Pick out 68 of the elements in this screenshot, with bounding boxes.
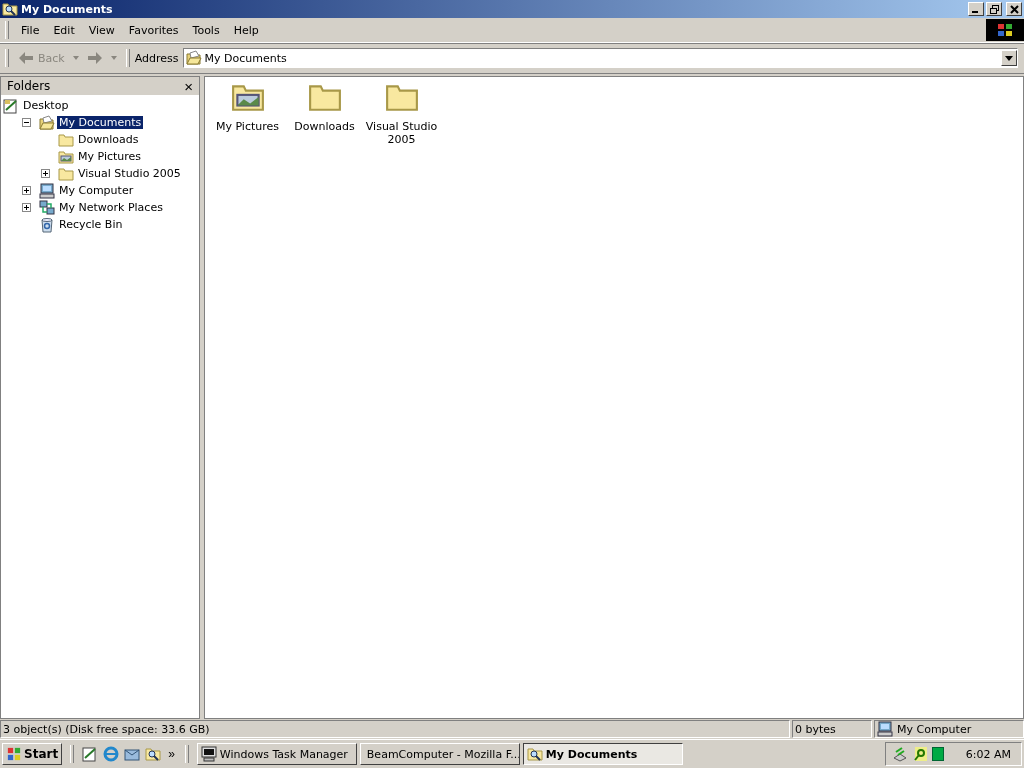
recycle-bin-icon [39, 216, 55, 233]
restore-button[interactable] [986, 2, 1002, 16]
menu-item[interactable]: File [14, 21, 47, 39]
file-label[interactable]: Downloads [294, 120, 355, 133]
close-button[interactable] [1006, 2, 1022, 16]
dropdown-button[interactable] [1001, 50, 1017, 66]
address-field[interactable]: My Documents [182, 48, 1018, 68]
open-folder-icon [185, 50, 202, 66]
menu-item[interactable]: View [81, 21, 122, 39]
tree-item[interactable]: Desktop [21, 99, 71, 112]
taskbar-button[interactable]: Windows Task Manager [196, 743, 357, 765]
network-icon[interactable] [891, 746, 908, 762]
tree-item[interactable]: My Documents [57, 116, 144, 129]
pane-title: Folders [7, 79, 51, 93]
tree-item[interactable]: My Pictures [76, 150, 144, 163]
computer-icon [877, 721, 893, 737]
taskbar-button[interactable]: My Documents [522, 743, 683, 765]
start-button[interactable]: Start [2, 743, 63, 765]
folder-search-icon [526, 746, 543, 762]
menu-item[interactable]: Edit [46, 21, 82, 39]
expand-toggle[interactable] [41, 169, 50, 178]
collapse-toggle[interactable] [22, 118, 31, 127]
close-button[interactable]: × [184, 78, 193, 94]
address-label: Address [134, 51, 179, 65]
left-arrow-icon [18, 51, 34, 65]
tree-item[interactable]: Downloads [76, 133, 141, 146]
caret-icon [1005, 55, 1013, 61]
expand-toggle[interactable] [22, 203, 31, 212]
windows-logo-icon [986, 19, 1024, 41]
file-label[interactable]: Visual Studio 2005 [363, 120, 440, 146]
tree-item[interactable]: My Computer [57, 184, 136, 197]
tree-item[interactable]: Recycle Bin [57, 218, 125, 231]
picture-folder-icon [58, 148, 74, 165]
performance-meter-icon[interactable] [931, 747, 944, 761]
folder-icon [58, 131, 74, 148]
taskbar-button[interactable]: BeamComputer - Mozilla F... [359, 743, 520, 765]
computer-icon [39, 182, 55, 199]
status-text: 3 object(s) (Disk free space: 33.6 GB) [0, 720, 790, 738]
right-arrow-icon [86, 51, 103, 65]
file-label[interactable]: My Pictures [215, 120, 280, 133]
menu-item[interactable]: Tools [185, 21, 227, 39]
folder-search-icon[interactable] [145, 746, 162, 762]
caret-icon [72, 56, 79, 60]
monitor-icon [200, 746, 217, 762]
expand-toggle[interactable] [22, 186, 31, 195]
menu-item[interactable]: Favorites [121, 21, 186, 39]
tree-item[interactable]: Visual Studio 2005 [76, 167, 183, 180]
restore-icon [989, 4, 999, 14]
desktop-icon [3, 97, 19, 114]
tree-item[interactable]: My Network Places [57, 201, 165, 214]
open-folder-icon [39, 114, 55, 131]
minimize-button[interactable] [968, 2, 984, 16]
status-size: 0 bytes [792, 720, 872, 738]
status-zone: My Computer [897, 722, 972, 736]
mail-icon[interactable] [124, 746, 141, 762]
windows-logo-icon [6, 747, 22, 761]
clock: 6:02 AM [965, 747, 1011, 761]
desktop-icon[interactable] [82, 746, 99, 762]
network-icon [39, 199, 55, 216]
folder-search-icon [2, 1, 18, 17]
more-button[interactable]: » [166, 747, 177, 761]
close-icon [1009, 4, 1019, 14]
folder-icon [58, 165, 74, 182]
caret-icon [110, 56, 117, 60]
magnifier-icon[interactable] [911, 746, 928, 762]
menu-item[interactable]: Help [226, 21, 266, 39]
window-title: My Documents [21, 2, 113, 16]
browser-icon[interactable] [103, 746, 120, 762]
